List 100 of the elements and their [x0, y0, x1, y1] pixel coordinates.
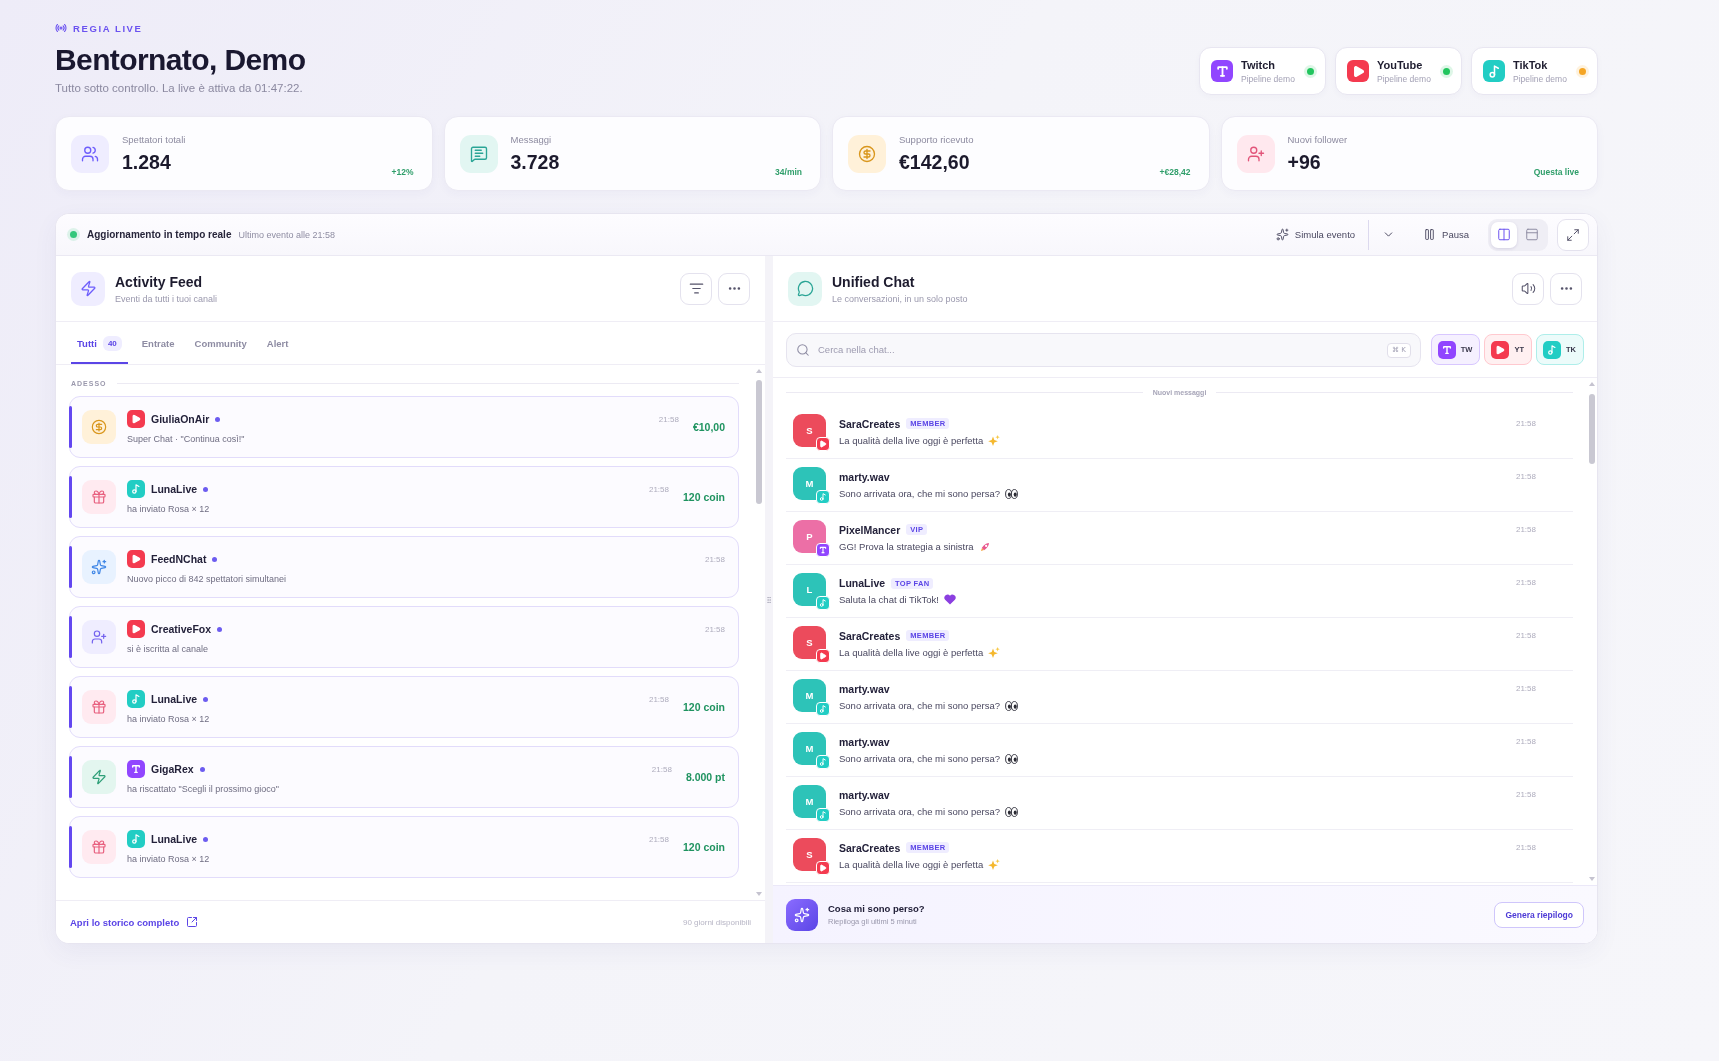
user-name: GiuliaOnAir: [151, 413, 210, 425]
avatar: S: [793, 625, 826, 659]
stat-value: 3.728: [510, 150, 560, 174]
event-text: ha inviato Rosa × 12: [127, 854, 210, 864]
message-time: 21:58: [1515, 843, 1536, 852]
event-text: ha inviato Rosa × 12: [127, 504, 210, 514]
event-card[interactable]: GigaRex ha riscattato "Scegli il prossimo gioco" 21:58 8.000 pt: [69, 746, 739, 808]
play-logo-icon: [816, 436, 830, 451]
fullscreen-button[interactable]: [1557, 218, 1589, 251]
event-card[interactable]: LunaLive ha inviato Rosa × 12 21:58 120 coin: [69, 466, 739, 528]
music-note-icon: [1483, 60, 1505, 82]
pause-icon: [1423, 228, 1437, 241]
t-logo-icon: [816, 542, 830, 557]
message-time: 21:58: [1515, 525, 1536, 534]
speaker-icon: [1520, 281, 1536, 296]
scrollbar[interactable]: [1588, 382, 1595, 881]
panel-title: Activity Feed: [115, 273, 204, 290]
generate-summary-button[interactable]: Genera riepilogo: [1494, 901, 1584, 928]
event-card[interactable]: LunaLive ha inviato Rosa × 12 21:58 120 coin: [69, 676, 739, 738]
platform-card[interactable]: Twitch Pipeline demo: [1199, 47, 1326, 95]
gift-icon: [82, 690, 116, 724]
message-text: La qualità della live oggi è perfetta: [839, 647, 984, 658]
user-name: marty.wav: [839, 736, 890, 748]
message-text: Saluta la chat di TikTok!: [839, 594, 939, 605]
panel-icon: [1525, 227, 1539, 242]
eyes-icon: [1005, 488, 1019, 499]
drag-handle-icon[interactable]: [765, 594, 773, 605]
message-time: 21:58: [1515, 790, 1536, 799]
columns-icon: [1497, 227, 1511, 242]
avatar: M: [793, 466, 826, 500]
message-time: 21:58: [1515, 737, 1536, 746]
event-card[interactable]: FeedNChat Nuovo picco di 842 spettatori simultanei 21:58: [69, 536, 739, 598]
platform-name: TikTok: [1513, 58, 1549, 71]
event-amount: 120 coin: [682, 491, 725, 503]
chat-bubble-icon: [788, 271, 822, 306]
sparkles-icon: [786, 898, 818, 931]
avatar: S: [793, 413, 826, 447]
expand-icon: [1566, 227, 1580, 242]
event-card[interactable]: LunaLive ha inviato Rosa × 12 21:58 120 coin: [69, 816, 739, 878]
stat-value: €142,60: [899, 150, 971, 174]
history-link[interactable]: Apri lo storico completo: [70, 916, 199, 928]
event-time: 21:58: [648, 485, 669, 494]
event-amount: 8.000 pt: [685, 771, 725, 783]
view-toggle-button[interactable]: [1491, 221, 1517, 248]
user-name: marty.wav: [839, 789, 890, 801]
gift-icon: [82, 830, 116, 864]
footer-note: 90 giorni disponibili: [682, 917, 751, 927]
message-time: 21:58: [1515, 472, 1536, 481]
user-name: GigaRex: [151, 763, 194, 775]
live-status-text: Aggiornamento in tempo reale: [87, 229, 232, 240]
music-note-icon: [816, 754, 830, 769]
platform-card[interactable]: YouTube Pipeline demo: [1335, 47, 1462, 95]
filter-icon: [688, 281, 704, 296]
event-time: 21:58: [648, 835, 669, 844]
pause-button[interactable]: Pausa: [1416, 220, 1476, 249]
lightning-icon: [82, 760, 116, 794]
t-logo-icon: [1437, 340, 1456, 359]
platform-card[interactable]: TikTok Pipeline demo: [1471, 47, 1598, 95]
message-text: GG! Prova la strategia a sinistra: [839, 541, 974, 552]
event-card[interactable]: GiuliaOnAir Super Chat · "Continua così!" 21:58 €10,00: [69, 396, 739, 458]
user-plus-icon: [1236, 134, 1275, 173]
music-note-icon: [816, 807, 830, 822]
sound-button[interactable]: [1512, 272, 1544, 305]
scrollbar[interactable]: [755, 369, 762, 896]
play-logo-icon: [127, 410, 145, 428]
user-plus-icon: [82, 620, 116, 654]
simulate-event-button[interactable]: Simula evento: [1268, 220, 1363, 249]
stat-label: Spettatori totali: [122, 133, 186, 145]
event-amount: €10,00: [692, 421, 725, 433]
filter-button[interactable]: [680, 272, 712, 305]
dollar-coin-icon: [848, 134, 886, 173]
page-title: Bentornato, Demo: [55, 43, 306, 77]
t-logo-icon: [1211, 60, 1233, 82]
play-logo-icon: [816, 860, 830, 875]
event-text: Super Chat · "Continua così!": [127, 434, 245, 444]
avatar: M: [793, 784, 826, 818]
event-time: 21:58: [651, 765, 672, 774]
panel-title: Unified Chat: [832, 273, 916, 290]
user-name: LunaLive: [151, 693, 198, 705]
stat-value: 1.284: [122, 150, 172, 174]
sparkles-icon: [988, 434, 1001, 447]
stat-delta: 34/min: [775, 167, 802, 177]
broadcast-icon: [55, 22, 67, 34]
avatar: S: [793, 837, 826, 871]
play-logo-icon: [127, 620, 145, 638]
message-text: Sono arrivata ora, che mi sono persa?: [839, 753, 1001, 764]
feed-tab[interactable]: Tutti 40: [71, 322, 128, 364]
summary-title: Cosa mi sono perso?: [828, 903, 925, 914]
platform-status: Pipeline demo: [1377, 73, 1431, 84]
user-name: LunaLive: [151, 833, 198, 845]
user-name: SaraCreates: [839, 841, 901, 854]
lightning-icon: [71, 271, 105, 306]
more-button[interactable]: [1550, 272, 1582, 305]
event-card[interactable]: CreativeFox si è iscritta al canale 21:58: [69, 606, 739, 668]
eyes-icon: [1005, 753, 1019, 764]
avatar: L: [793, 572, 826, 606]
more-button[interactable]: [718, 272, 750, 305]
user-name: CreativeFox: [151, 623, 212, 635]
platform-name: YouTube: [1377, 58, 1424, 71]
music-note-icon: [127, 830, 145, 848]
